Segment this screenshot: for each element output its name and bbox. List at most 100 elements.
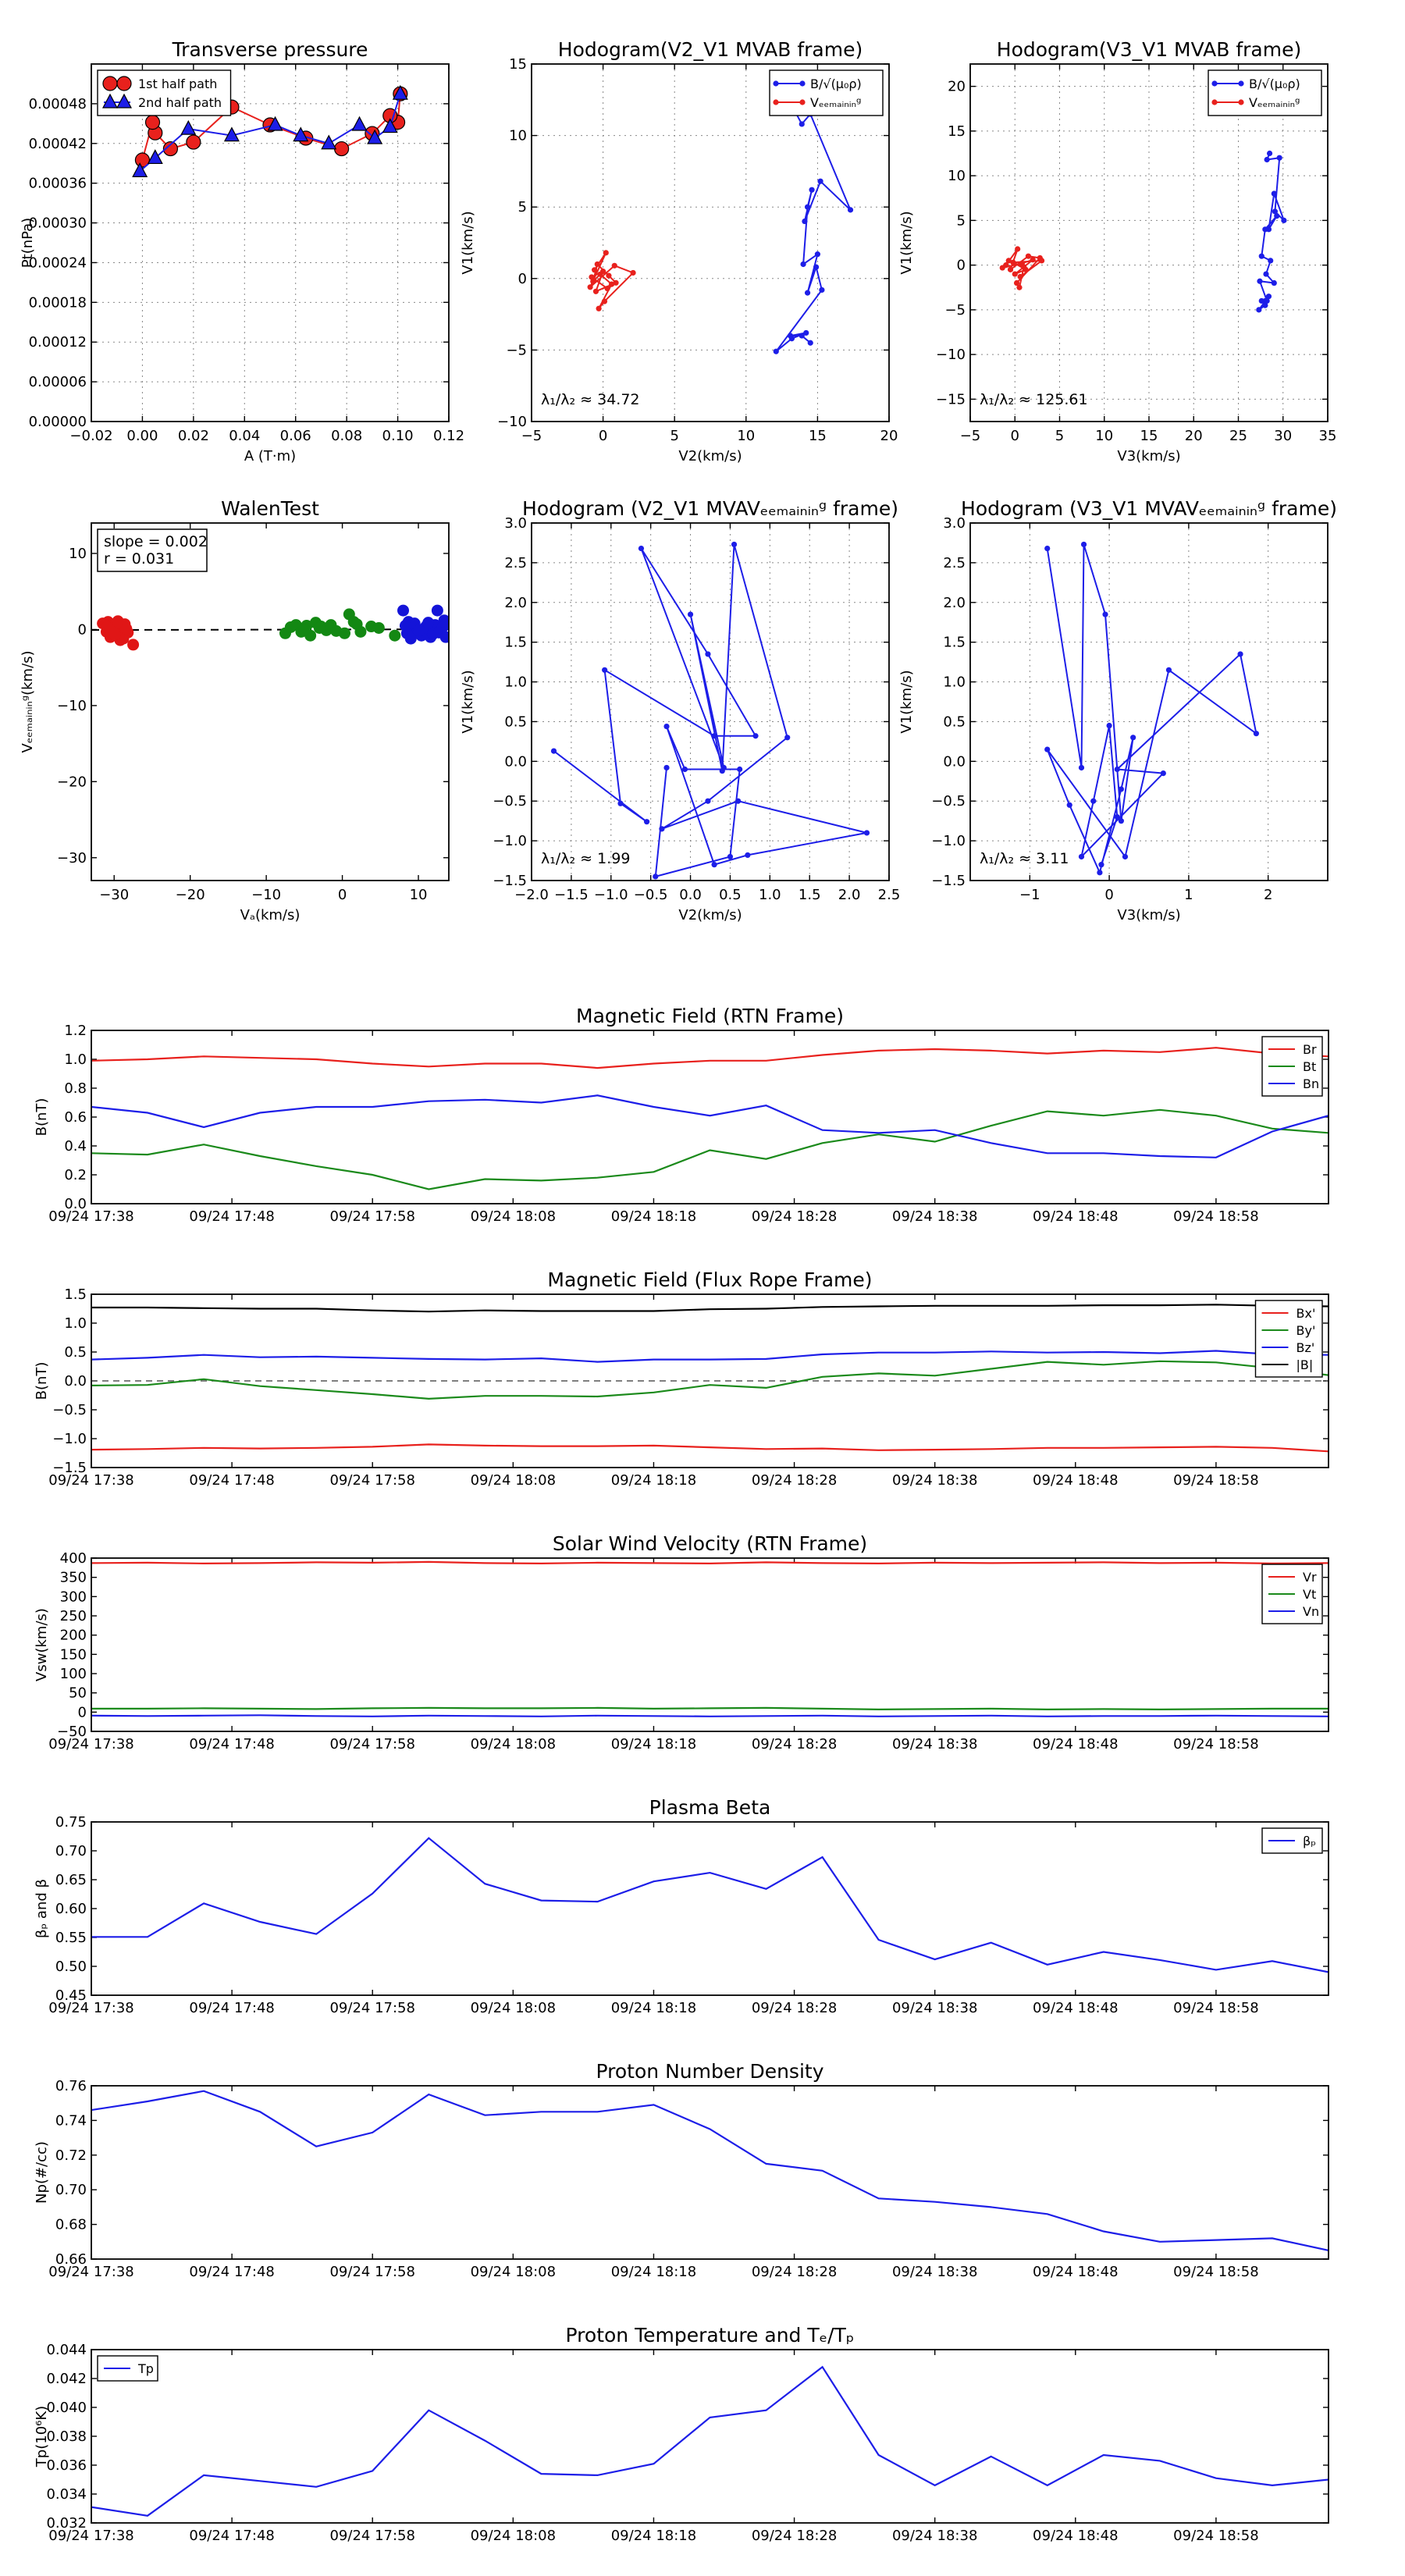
data-point [422, 617, 435, 629]
legend: Tp [97, 2355, 158, 2382]
x-tick-label: 09/24 18:58 [1173, 1736, 1258, 1752]
legend-label: Bx' [1297, 1306, 1316, 1321]
data-point [659, 826, 665, 832]
x-tick-label: 09/24 17:38 [48, 1736, 133, 1752]
data-point [727, 853, 734, 860]
x-tick-label: −20 [176, 887, 205, 903]
data-point [1097, 870, 1103, 876]
y-tick-label: 350 [60, 1570, 87, 1586]
y-axis-label: Tp(10⁶K) [34, 2406, 50, 2467]
y-axis-label: V1(km/s) [898, 211, 915, 274]
y-tick-label: 0.55 [55, 1930, 87, 1946]
data-point [863, 830, 870, 836]
data-point [397, 604, 410, 617]
data-point [603, 250, 609, 256]
x-tick-label: 09/24 18:18 [611, 2264, 696, 2280]
data-point [120, 622, 133, 635]
data-point [147, 149, 163, 165]
data-point [1106, 722, 1112, 729]
x-tick-label: 30 [1274, 428, 1292, 444]
legend-label: βₚ [1303, 1834, 1316, 1848]
data-point [800, 261, 806, 268]
y-tick-label: −0.5 [931, 793, 966, 809]
x-tick-label: 09/24 18:48 [1033, 1208, 1118, 1225]
y-tick-label: 0.042 [46, 2371, 87, 2387]
x-tick-label: 0.06 [280, 428, 311, 444]
data-point [1264, 156, 1270, 163]
y-tick-label: 0.74 [55, 2112, 87, 2129]
y-axis-label: B(nT) [34, 1098, 50, 1137]
plot-frame [531, 522, 890, 881]
data-point [799, 333, 805, 339]
x-tick-label: 5 [1055, 428, 1064, 444]
x-tick-label: 1.5 [799, 887, 821, 903]
chart-title: Transverse pressure [172, 38, 368, 61]
y-tick-label: 15 [509, 56, 527, 73]
y-tick-label: 0.00024 [29, 254, 87, 271]
x-tick-label: −30 [99, 887, 129, 903]
y-tick-label: 0.70 [55, 1843, 87, 1859]
data-point [663, 723, 670, 730]
plot-frame [91, 1821, 1329, 1996]
legend-label: |B| [1297, 1357, 1314, 1372]
x-tick-label: 09/24 18:08 [471, 1472, 556, 1489]
plot-area [1044, 541, 1259, 876]
chart-title: Proton Number Density [596, 2060, 824, 2083]
data-point [817, 178, 823, 184]
x-axis-label: V3(km/s) [1117, 907, 1180, 923]
y-axis-label: Vsw(km/s) [34, 1608, 50, 1681]
data-point [351, 116, 368, 131]
data-point [144, 115, 161, 130]
data-point [1039, 258, 1045, 264]
x-tick-label: −0.02 [69, 428, 112, 444]
x-tick-label: 09/24 18:38 [892, 2528, 977, 2544]
chart-mag_rtn: 0.00.20.40.60.81.01.209/24 17:38 09/24 17… [34, 1005, 1329, 1225]
y-tick-label: −20 [57, 774, 87, 790]
data-point [1102, 611, 1108, 617]
data-point [681, 766, 688, 773]
x-tick-label: 20 [880, 428, 898, 444]
data-point [773, 348, 779, 354]
y-tick-label: 50 [69, 1685, 87, 1702]
data-point [799, 121, 805, 127]
x-tick-label: 09/24 18:38 [892, 2000, 977, 2016]
data-point [1160, 770, 1166, 777]
chart-vsw: −5005010015020025030035040009/24 17:38 09… [34, 1532, 1329, 1752]
series-line-3 [91, 1304, 1329, 1313]
data-point [1023, 266, 1029, 272]
data-point [606, 272, 612, 279]
y-tick-label: 10 [948, 168, 966, 184]
series-line-0 [1257, 153, 1285, 311]
data-point [1268, 258, 1274, 264]
data-point [1015, 246, 1021, 252]
x-tick-label: 09/24 18:28 [752, 1736, 837, 1752]
y-tick-label: −15 [936, 391, 966, 407]
y-tick-label: −1.0 [52, 1431, 87, 1447]
data-point [1066, 802, 1072, 808]
series-line-0 [91, 1837, 1329, 1973]
y-tick-label: 0.65 [55, 1872, 87, 1888]
data-point [802, 218, 808, 225]
y-axis-label: B(nT) [34, 1362, 50, 1400]
data-point [809, 187, 815, 193]
x-tick-label: 09/24 18:08 [471, 2528, 556, 2544]
data-point [1118, 786, 1124, 792]
plot-frame [91, 2349, 1329, 2524]
ratio-annotation: λ₁/λ₂ ≈ 3.11 [980, 850, 1069, 867]
y-tick-label: 1.2 [64, 1023, 87, 1039]
x-tick-label: 09/24 18:38 [892, 1208, 977, 1225]
y-tick-label: 10 [69, 546, 87, 562]
x-tick-label: 09/24 18:58 [1173, 2528, 1258, 2544]
legend-marker [799, 99, 806, 105]
y-tick-label: −1.5 [931, 873, 966, 889]
plot-frame [91, 1030, 1329, 1204]
legend: Br Bt Bn [1261, 1036, 1323, 1097]
chart-hodo2: −15 −10 −5 0 5 10 15 20 −5 0 5 10 15 20 25 30 35 Hodogram… [898, 38, 1336, 464]
y-tick-label: 0.2 [64, 1167, 87, 1183]
legend: B/√(μ₀ρ) Vₑₑₘₐᵢₙᵢₙᵍ [769, 69, 884, 116]
plot-area [91, 1304, 1329, 1453]
series-line-1 [91, 1706, 1329, 1710]
y-tick-label: −0.5 [52, 1402, 87, 1418]
legend-marker [1238, 80, 1244, 87]
data-point [600, 269, 606, 275]
